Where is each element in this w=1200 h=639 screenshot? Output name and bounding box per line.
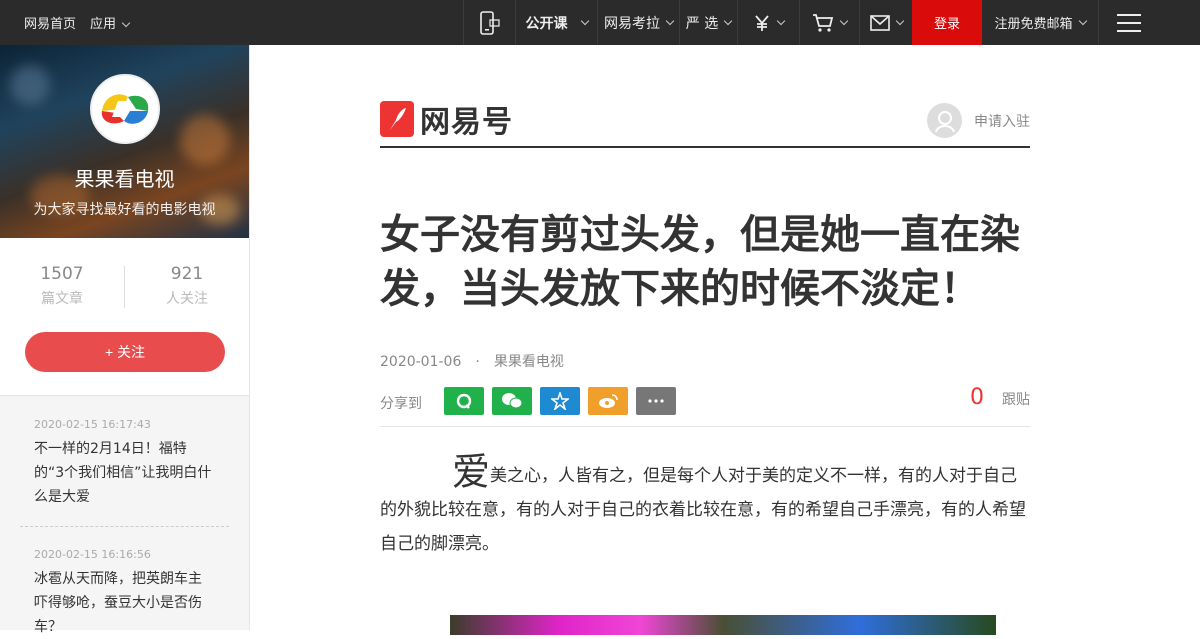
share-wechat-button[interactable]	[492, 387, 532, 415]
drop-cap: 爱	[452, 450, 491, 494]
followers-count: 921	[170, 264, 204, 284]
article-header: 网易号 申请入驻	[380, 97, 1030, 148]
publish-date: 2020-01-06	[380, 354, 462, 370]
finance-menu[interactable]	[737, 0, 799, 45]
friends-star-icon	[551, 392, 569, 410]
author-sidebar: 果果看电视 为大家寻找最好看的电影电视 1507 篇文章 921 人关注 + 关…	[0, 45, 250, 635]
login-button[interactable]: 登录	[912, 0, 982, 45]
bokeh-light	[10, 65, 50, 105]
article-title: 女子没有剪过头发，但是她一直在染发，当头发放下来的时候不淡定！	[380, 212, 1020, 312]
menu-icon	[1116, 13, 1141, 32]
chevron-down-icon	[580, 16, 589, 25]
mail-icon	[869, 14, 890, 31]
related-article-title[interactable]: 不一样的2月14日！福特的“3个我们相信”让我明白什么是大爱	[34, 437, 229, 509]
chevron-down-icon	[895, 16, 904, 25]
mobile-app-button[interactable]	[463, 0, 515, 45]
related-divider	[20, 526, 229, 527]
chevron-down-icon	[121, 18, 131, 28]
register-mail-label: 注册免费邮箱	[994, 17, 1073, 32]
chevron-down-icon	[1078, 16, 1087, 25]
register-mail-menu[interactable]: 注册免费邮箱	[982, 0, 1098, 45]
feather-logo-icon	[380, 101, 414, 137]
author-stats: 1507 篇文章 921 人关注 + 关注	[0, 238, 249, 396]
share-friends-button[interactable]	[540, 387, 580, 415]
related-article-title[interactable]: 冰雹从天而降，把英朗车主吓得够呛，蚕豆大小是否伤车？	[34, 567, 229, 639]
brand-name: 网易号	[420, 105, 513, 140]
menu-button[interactable]	[1098, 0, 1158, 45]
author-profile-card: 果果看电视 为大家寻找最好看的电影电视	[0, 45, 249, 238]
author-name[interactable]: 果果看电视	[0, 163, 249, 192]
cart-menu[interactable]	[799, 0, 859, 45]
articles-count: 1507	[40, 264, 84, 284]
netease-hao-logo[interactable]: 网易号	[380, 97, 513, 141]
weibo-icon	[599, 394, 618, 408]
yen-icon	[755, 14, 769, 31]
wechat-icon	[502, 393, 523, 409]
related-article-item[interactable]: 2020-02-15 16:17:43 不一样的2月14日！福特的“3个我们相信…	[20, 418, 229, 509]
share-label: 分享到	[380, 396, 422, 412]
open-course-label: 公开课	[525, 15, 568, 32]
apply-entry-link[interactable]: 申请入驻	[927, 103, 1030, 138]
articles-label: 篇文章	[41, 291, 83, 307]
article-source[interactable]: 果果看电视	[494, 354, 564, 370]
chevron-down-icon	[723, 16, 733, 25]
mail-menu[interactable]	[859, 0, 912, 45]
author-avatar[interactable]	[90, 74, 160, 144]
share-qzone-button[interactable]	[444, 387, 484, 415]
bokeh-light	[180, 115, 230, 165]
top-nav-left: 网易首页 应用	[24, 0, 131, 45]
comment-label: 跟贴	[1002, 392, 1030, 408]
share-more-button[interactable]	[636, 387, 676, 415]
chevron-down-icon	[839, 16, 849, 25]
meta-separator: ·	[475, 354, 480, 370]
related-article-date: 2020-02-15 16:17:43	[34, 418, 151, 431]
yanxuan-menu[interactable]: 严 选	[679, 0, 737, 45]
top-nav-bar: 网易首页 应用 公开课 网易考拉 严 选 登录 注册免费邮箱	[0, 0, 1200, 45]
kaola-menu[interactable]: 网易考拉	[597, 0, 679, 45]
article-body-paragraph: 爱美之心，人皆有之，但是每个人对于美的定义不一样，有的人对于自己的外貌比较在意，…	[380, 453, 1030, 561]
related-article-item[interactable]: 2020-02-15 16:16:56 冰雹从天而降，把英朗车主吓得够呛，蚕豆大…	[20, 548, 229, 639]
cart-icon	[813, 13, 834, 32]
mobile-app-icon	[479, 10, 500, 35]
netease-home-link[interactable]: 网易首页	[24, 13, 76, 32]
share-weibo-button[interactable]	[588, 387, 628, 415]
article-photo[interactable]	[450, 615, 996, 635]
user-avatar-icon	[927, 103, 962, 138]
followers-stat: 921 人关注	[125, 264, 249, 308]
follow-button[interactable]: + 关注	[25, 332, 225, 372]
comment-count-link[interactable]: 0 跟贴	[970, 385, 1030, 410]
related-article-date: 2020-02-15 16:16:56	[34, 548, 151, 561]
tv-logo-icon	[101, 94, 149, 124]
apply-entry-label: 申请入驻	[974, 113, 1030, 130]
share-bar: 分享到 0 跟贴	[380, 385, 1030, 427]
more-icon	[648, 399, 664, 403]
chevron-down-icon	[665, 16, 675, 25]
qzone-icon	[456, 393, 472, 409]
articles-stat: 1507 篇文章	[0, 264, 124, 308]
open-course-menu[interactable]: 公开课	[515, 0, 597, 45]
followers-label: 人关注	[166, 291, 208, 307]
yanxuan-label: 严 选	[685, 15, 719, 32]
comment-count: 0	[970, 385, 984, 410]
article-meta: 2020-01-06 · 果果看电视	[380, 351, 564, 371]
apps-menu[interactable]: 应用	[90, 13, 131, 32]
apps-label: 应用	[90, 17, 117, 32]
author-description: 为大家寻找最好看的电影电视	[33, 202, 216, 218]
kaola-label: 网易考拉	[604, 15, 660, 32]
top-nav-right: 公开课 网易考拉 严 选 登录 注册免费邮箱	[463, 0, 1158, 45]
chevron-down-icon	[776, 16, 786, 25]
